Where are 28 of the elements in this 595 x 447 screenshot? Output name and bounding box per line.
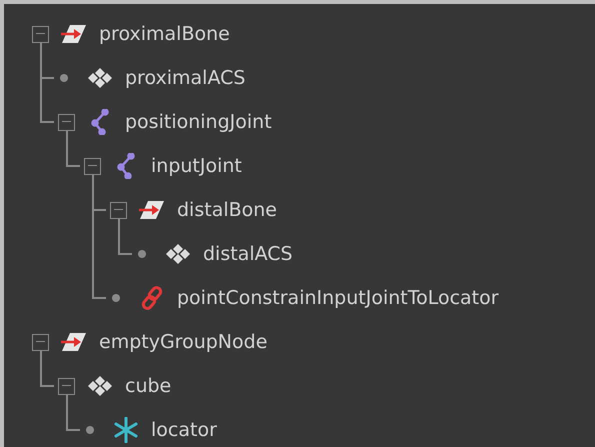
expand-toggle[interactable] [84,158,100,174]
leaf-dot [60,74,68,82]
expand-toggle[interactable] [58,378,74,394]
node-label[interactable]: pointConstrainInputJointToLocator [177,287,499,309]
expand-toggle[interactable] [110,202,126,218]
node-label[interactable]: proximalBone [99,23,230,45]
mesh-icon [87,375,113,397]
expand-toggle[interactable] [58,114,74,130]
expand-toggle[interactable] [32,334,48,350]
mesh-icon [165,243,191,265]
node-label[interactable]: locator [151,419,217,441]
chain-link-icon [139,285,165,311]
node-label[interactable]: inputJoint [151,155,242,177]
group-icon [61,23,87,45]
group-icon [61,331,87,353]
mesh-icon [87,67,113,89]
node-label[interactable]: distalACS [203,243,293,265]
node-label[interactable]: positioningJoint [125,111,272,133]
group-icon [139,199,165,221]
leaf-dot [138,250,146,258]
node-label[interactable]: cube [125,375,172,397]
node-label[interactable]: distalBone [177,199,278,221]
leaf-dot [112,294,120,302]
expand-toggle[interactable] [32,26,48,42]
node-label[interactable]: proximalACS [125,67,246,89]
node-label[interactable]: emptyGroupNode [99,331,268,353]
locator-icon [113,417,139,443]
leaf-dot [86,426,94,434]
